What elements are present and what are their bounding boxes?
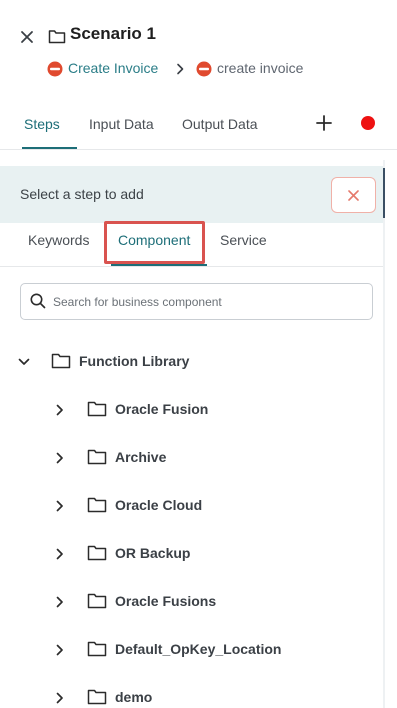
chevron-right-icon[interactable] [54, 691, 66, 704]
folder-icon [87, 640, 107, 657]
tree-item-label[interactable]: Oracle Fusion [115, 401, 208, 417]
banner-text: Select a step to add [20, 186, 144, 202]
add-icon[interactable] [314, 113, 334, 133]
close-icon [348, 190, 359, 201]
tab-input-data[interactable]: Input Data [89, 116, 154, 132]
page-title: Scenario 1 [70, 24, 156, 43]
record-button[interactable] [361, 116, 375, 130]
breadcrumb-current: create invoice [217, 60, 304, 76]
subtab-keywords[interactable]: Keywords [28, 232, 89, 248]
highlight-box [104, 221, 205, 264]
chevron-right-icon[interactable] [54, 595, 66, 608]
folder-icon [48, 28, 66, 44]
search-input[interactable] [53, 293, 363, 311]
divider [0, 266, 383, 267]
chevron-down-icon[interactable] [18, 355, 30, 367]
breadcrumb-link[interactable]: Create Invoice [68, 60, 158, 76]
panel-resize-handle[interactable] [383, 168, 385, 218]
chevron-right-icon[interactable] [54, 643, 66, 656]
tree-item-label[interactable]: Oracle Cloud [115, 497, 202, 513]
folder-icon [87, 544, 107, 561]
folder-icon [51, 352, 71, 369]
tree-item-label[interactable]: Default_OpKey_Location [115, 641, 281, 657]
tab-output-data[interactable]: Output Data [182, 116, 258, 132]
folder-icon [87, 688, 107, 705]
subtab-service[interactable]: Service [220, 232, 267, 248]
folder-icon [87, 496, 107, 513]
divider [0, 149, 397, 150]
app-logo-icon [196, 61, 212, 77]
tree-item-label[interactable]: Oracle Fusions [115, 593, 216, 609]
banner-close-button[interactable] [331, 177, 376, 213]
tree-item-label[interactable]: Archive [115, 449, 166, 465]
tree-item-label[interactable]: demo [115, 689, 152, 705]
chevron-right-icon[interactable] [54, 403, 66, 416]
chevron-right-icon[interactable] [54, 499, 66, 512]
tree-item-label[interactable]: OR Backup [115, 545, 190, 561]
folder-icon [87, 448, 107, 465]
search-icon [29, 292, 47, 310]
close-icon[interactable] [17, 27, 37, 47]
folder-icon [87, 592, 107, 609]
folder-icon [87, 400, 107, 417]
chevron-right-icon [175, 62, 185, 76]
chevron-right-icon[interactable] [54, 451, 66, 464]
tree-root-label[interactable]: Function Library [79, 353, 189, 369]
tab-steps[interactable]: Steps [24, 116, 60, 132]
chevron-right-icon[interactable] [54, 547, 66, 560]
app-logo-icon [47, 61, 63, 77]
scrollbar-track[interactable] [383, 160, 385, 708]
